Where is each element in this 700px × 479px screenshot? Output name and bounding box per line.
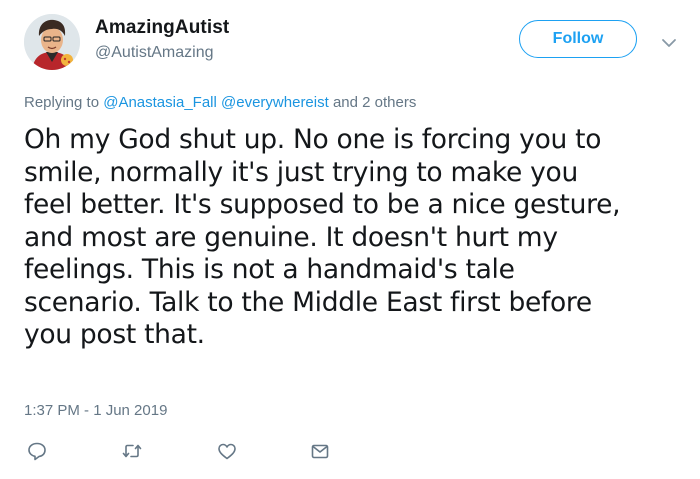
follow-button[interactable]: Follow [519, 20, 637, 58]
tweet-text: Oh my God shut up. No one is forcing you… [24, 124, 621, 350]
retweet-icon[interactable] [121, 440, 143, 462]
mention-link-everywhereist[interactable]: @everywhereist [221, 94, 329, 111]
user-handle[interactable]: @AutistAmazing [95, 44, 214, 62]
avatar[interactable] [24, 14, 80, 70]
chevron-down-icon[interactable] [661, 34, 677, 47]
replying-to-line: Replying to @Anastasia_Fall @everywherei… [24, 94, 416, 111]
reply-icon[interactable] [26, 440, 48, 462]
like-icon[interactable] [216, 440, 238, 462]
display-name[interactable]: AmazingAutist [95, 17, 229, 39]
others-count[interactable]: and 2 others [333, 94, 416, 111]
cartoon-avatar-icon [24, 14, 80, 70]
replying-to-label: Replying to [24, 94, 100, 111]
message-icon[interactable] [309, 440, 331, 462]
tweet-timestamp[interactable]: 1:37 PM - 1 Jun 2019 [24, 402, 167, 419]
mention-link-anastasia[interactable]: @Anastasia_Fall [103, 94, 217, 111]
